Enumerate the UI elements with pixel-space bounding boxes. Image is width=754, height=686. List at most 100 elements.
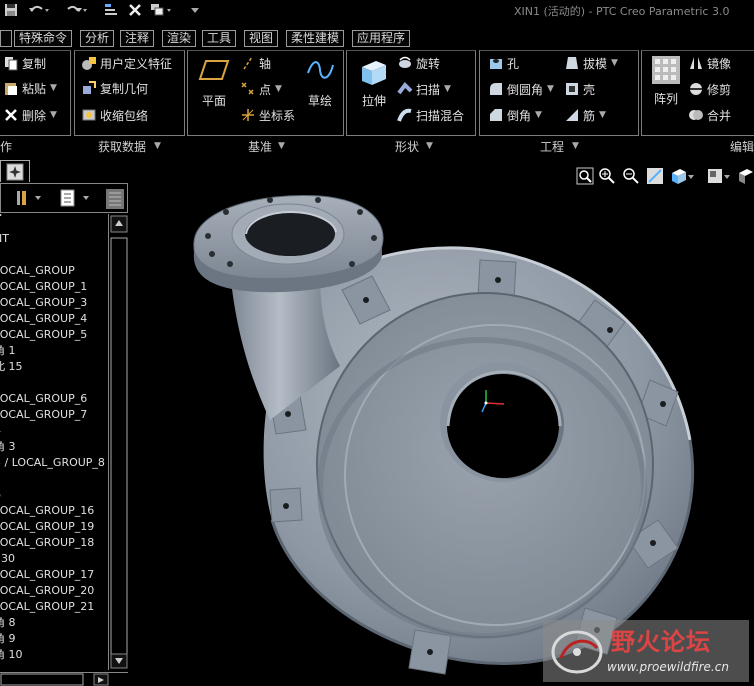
customize-toolbar-icon[interactable] [190, 3, 200, 19]
tree-item[interactable]: LOCAL_GROUP_16 [0, 503, 110, 519]
tree-item[interactable]: LOCAL_GROUP_1 [0, 279, 110, 295]
tree-item[interactable]: LOCAL_GROUP [0, 263, 110, 279]
tree-item[interactable]: LOCAL_GROUP_21 [0, 599, 110, 615]
csys-button[interactable]: 坐标系 [240, 105, 295, 125]
tab-flexible-modeling[interactable]: 柔性建模 [286, 30, 345, 47]
tab-tools[interactable]: 工具 [202, 30, 237, 47]
tree-item[interactable]: 4 [0, 423, 110, 439]
group-editing: 阵列 镜像 修剪 合并 [641, 50, 754, 136]
title-bar: XIN1 (活动的) - PTC Creo Parametric 3.0 [0, 0, 754, 22]
round-button[interactable]: 倒圆角 ▼ [488, 79, 554, 99]
tree-item[interactable]: 6 [0, 487, 110, 503]
tree-item[interactable]: 1 [0, 247, 110, 263]
chamfer-button[interactable]: 倒角 ▼ [488, 105, 542, 125]
tree-item[interactable]: 3 / LOCAL_GROUP_8 [0, 455, 110, 471]
group-operations: 复制 粘贴 ▼ 删除 ▼ [0, 50, 71, 136]
shrinkwrap-icon [81, 107, 97, 123]
tree-item[interactable]: 角 3 [0, 439, 110, 455]
tree-item[interactable]: 5 [0, 471, 110, 487]
watermark-title: 野火论坛 [611, 628, 711, 656]
tree-item[interactable]: LOCAL_GROUP_4 [0, 311, 110, 327]
swept-blend-button[interactable]: 扫描混合 [397, 105, 464, 125]
axis-button[interactable]: 轴 [240, 53, 271, 73]
tree-item[interactable]: LOCAL_GROUP_17 [0, 567, 110, 583]
tree-item[interactable]: 角 10 [0, 647, 110, 663]
udf-button[interactable]: 用户定义特征 [81, 53, 172, 73]
shell-button[interactable]: 壳 [564, 79, 595, 99]
sketch-button[interactable]: 草绘 [300, 57, 340, 109]
delete-button[interactable]: 删除 ▼ [3, 105, 57, 125]
redo-icon[interactable] [66, 3, 88, 19]
chamfer-icon [488, 107, 504, 123]
tree-vertical-scrollbar[interactable] [108, 214, 128, 670]
tree-horizontal-scrollbar[interactable] [0, 672, 128, 686]
revolve-button[interactable]: 旋转 [397, 53, 440, 73]
zoom-out-icon[interactable] [622, 167, 640, 185]
extrude-button[interactable]: 拉伸 [353, 55, 395, 109]
plane-button[interactable]: 平面 [194, 57, 234, 109]
tree-item[interactable] [0, 375, 110, 391]
tree-item[interactable]: 角 9 [0, 631, 110, 647]
tab-view[interactable]: 视图 [244, 30, 279, 47]
refit-icon[interactable] [576, 167, 594, 185]
tree-item[interactable]: LOCAL_GROUP_7 [0, 407, 110, 423]
pattern-button[interactable]: 阵列 [646, 55, 686, 107]
tree-item[interactable]: 角 1 [0, 343, 110, 359]
draft-icon [564, 55, 580, 71]
rib-button[interactable]: 筋 ▼ [564, 105, 606, 125]
tree-item[interactable]: 北 15 [0, 359, 110, 375]
tab-special-commands[interactable]: 特殊命令 [14, 30, 73, 47]
close-window-icon[interactable] [128, 3, 142, 19]
hole-button[interactable]: 孔 [488, 53, 519, 73]
group-get-data: 用户定义特征 复制几何 收缩包络 [74, 50, 185, 136]
tree-item[interactable]: H [0, 214, 110, 221]
regenerate-icon[interactable] [104, 3, 120, 19]
sweep-icon [397, 81, 413, 97]
shell-icon [564, 81, 580, 97]
display-style-icon[interactable] [736, 167, 754, 185]
graphics-viewport[interactable] [130, 190, 754, 686]
tree-item[interactable]: 角 8 [0, 615, 110, 631]
shrinkwrap-button[interactable]: 收缩包络 [81, 105, 148, 125]
zoom-in-icon[interactable] [598, 167, 616, 185]
repaint-icon[interactable] [646, 167, 664, 185]
tab-analysis[interactable]: 分析 [80, 30, 115, 47]
undo-icon[interactable] [28, 3, 50, 19]
tree-item[interactable]: LOCAL_GROUP_6 [0, 391, 110, 407]
tab-render[interactable]: 渲染 [162, 30, 197, 47]
paste-button[interactable]: 粘贴 ▼ [3, 78, 57, 98]
tab-file[interactable] [0, 30, 12, 47]
axis-icon [240, 55, 256, 71]
save-icon[interactable] [4, 3, 18, 19]
copy-button[interactable]: 复制 [3, 53, 46, 73]
tree-item[interactable]: LOCAL_GROUP_5 [0, 327, 110, 343]
pump-casing-model[interactable] [130, 190, 754, 686]
tree-item[interactable]: LOCAL_GROUP_18 [0, 535, 110, 551]
mirror-button[interactable]: 镜像 [688, 53, 731, 73]
chevron-down-icon: ▼ [275, 84, 282, 94]
model-tree-tab[interactable] [0, 160, 30, 182]
show-options-icon[interactable] [59, 189, 91, 210]
tree-item[interactable]: LOCAL_GROUP_20 [0, 583, 110, 599]
tree-item[interactable]: NT [0, 231, 110, 247]
chevron-down-icon[interactable] [722, 167, 732, 185]
tree-item[interactable]: LOCAL_GROUP_3 [0, 295, 110, 311]
draft-button[interactable]: 拔模 ▼ [564, 53, 618, 73]
sweep-button[interactable]: 扫描 ▼ [397, 79, 451, 99]
model-tree: H NT 1 LOCAL_GROUP LOCAL_GROUP_1 LOCAL_G… [0, 214, 110, 674]
point-button[interactable]: 点 ▼ [240, 79, 282, 99]
windows-icon[interactable] [150, 3, 174, 19]
merge-button[interactable]: 合并 [688, 105, 731, 125]
chevron-down-icon[interactable] [686, 167, 696, 185]
copy-geometry-icon [81, 80, 97, 96]
trim-button[interactable]: 修剪 [688, 79, 731, 99]
tab-applications[interactable]: 应用程序 [352, 30, 411, 47]
window-title: XIN1 (活动的) - PTC Creo Parametric 3.0 [514, 5, 730, 18]
settings-icon[interactable] [15, 189, 43, 210]
tree-item[interactable]: LOCAL_GROUP_19 [0, 519, 110, 535]
tree-item[interactable]: 130 [0, 551, 110, 567]
chevron-down-icon: ▼ [50, 83, 57, 93]
tab-annotate[interactable]: 注释 [120, 30, 155, 47]
tree-filter-icon[interactable] [105, 188, 125, 213]
copy-geometry-button[interactable]: 复制几何 [81, 78, 148, 98]
